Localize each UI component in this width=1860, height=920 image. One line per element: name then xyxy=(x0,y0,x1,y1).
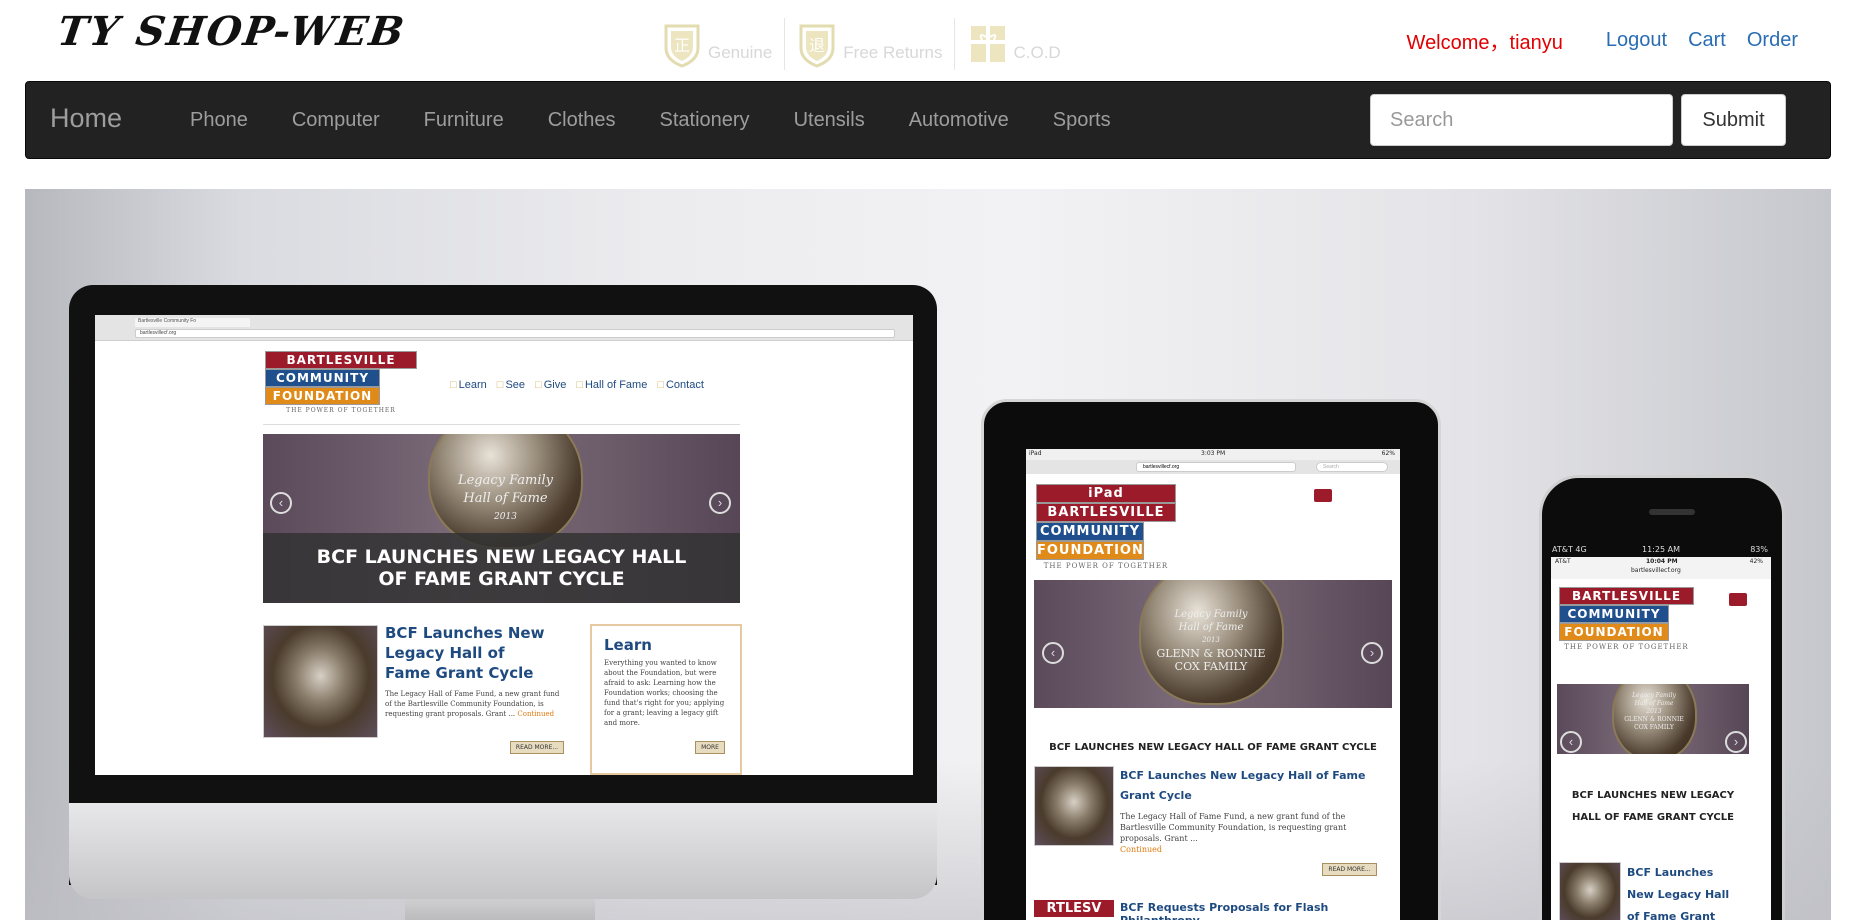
badge-label: Genuine xyxy=(708,43,773,62)
badge-cod: C.O.D xyxy=(954,18,1072,70)
bcf-logo: BARTLESVILLE COMMUNITY FOUNDATION THE PO… xyxy=(265,351,417,414)
imac-chin xyxy=(69,803,937,899)
nav-home[interactable]: Home xyxy=(50,103,122,134)
hero-prev-icon: ‹ xyxy=(1042,642,1064,664)
nav-item-utensils[interactable]: Utensils xyxy=(772,109,887,132)
post2-badge: RTLESV xyxy=(1034,900,1114,917)
hero-prev-icon: ‹ xyxy=(1560,731,1582,753)
trophy-text: Legacy Family Hall of Fame 2013 GLENN & … xyxy=(1156,609,1266,673)
logout-link[interactable]: Logout xyxy=(1606,29,1667,52)
more-button: MORE xyxy=(695,741,725,754)
hero-next-icon: › xyxy=(1725,731,1747,753)
hero-next-icon: › xyxy=(1361,642,1383,664)
nav-item-automotive[interactable]: Automotive xyxy=(887,109,1031,132)
browser-tab: Bartlesville Community Fo xyxy=(135,318,250,327)
carousel-next-icon[interactable] xyxy=(1693,609,1733,669)
welcome-text: Welcome，tianyu xyxy=(1406,32,1563,54)
bcf-site-nav: Learn See Give Hall of Fame Contact xyxy=(450,379,714,391)
ipad-statusbar: iPad 3:03 PM 62% xyxy=(1026,449,1400,460)
post-body: The Legacy Hall of Fame Fund, a new gran… xyxy=(1120,812,1347,854)
site-header: TY SHOP-WEB 正 Genuine 退 Free Returns C.O… xyxy=(0,0,1860,80)
menu-icon xyxy=(1729,593,1747,606)
menu-icon xyxy=(1314,489,1332,502)
ipad-safari-bar: bartlesvillecf.org Search xyxy=(1026,460,1400,474)
post-thumbnail xyxy=(1559,862,1621,920)
post-title: BCF Launches New Legacy Hall of Fame Gra… xyxy=(385,624,545,682)
browser-bar: Bartlesville Community Fo bartlesvillecf… xyxy=(95,315,913,341)
hero-next-icon: › xyxy=(709,492,731,514)
bcf-logo: iPad BARTLESVILLE COMMUNITY FOUNDATION T… xyxy=(1036,484,1176,570)
ipad-hero: Legacy Family Hall of Fame 2013 GLENN & … xyxy=(1034,580,1392,708)
iphone-outer-status: AT&T 4G 11:25 AM 83% xyxy=(1552,545,1768,554)
hero-prev-icon: ‹ xyxy=(270,492,292,514)
iphone-caption: BCF LAUNCHES NEW LEGACY HALL OF FAME GRA… xyxy=(1571,790,1735,823)
imac-stand xyxy=(405,899,595,920)
nav-item-computer[interactable]: Computer xyxy=(270,109,402,132)
trophy-text: Legacy Family Hall of Fame 2013 xyxy=(457,473,554,522)
iphone-hero: Legacy Family Hall of Fame 2013 GLENN & … xyxy=(1557,684,1749,754)
divider xyxy=(263,424,740,425)
bcf-hero: Legacy Family Hall of Fame 2013 ‹ › BCF … xyxy=(263,434,740,603)
ipad-screen: iPad 3:03 PM 62% bartlesvillecf.org Sear… xyxy=(1026,449,1400,920)
bcf-nav-see: See xyxy=(497,379,525,391)
post-thumbnail xyxy=(263,625,378,738)
service-badges: 正 Genuine 退 Free Returns C.O.D xyxy=(650,18,1073,70)
nav-item-stationery[interactable]: Stationery xyxy=(638,109,772,132)
order-link[interactable]: Order xyxy=(1747,29,1798,52)
main-navbar: Home Phone Computer Furniture Clothes St… xyxy=(25,81,1831,159)
imac-screen: Bartlesville Community Fo bartlesvillecf… xyxy=(95,315,913,775)
returns-shield-icon: 退 xyxy=(799,24,835,68)
post2-title: BCF Requests Proposals for Flash Philant… xyxy=(1120,901,1329,920)
badge-label: Free Returns xyxy=(843,43,943,62)
carousel-prev-icon[interactable] xyxy=(137,609,177,669)
bcf-logo: BARTLESVILLE COMMUNITY FOUNDATION THE PO… xyxy=(1559,587,1694,651)
iphone-screen: AT&T 10:04 PM 42% bartlesvillecf.org BAR… xyxy=(1551,557,1771,920)
read-more-button: READ MORE... xyxy=(1322,863,1377,876)
nav-item-sports[interactable]: Sports xyxy=(1031,109,1133,132)
ipad-caption: BCF LAUNCHES NEW LEGACY HALL OF FAME GRA… xyxy=(1049,742,1377,753)
genuine-shield-icon: 正 xyxy=(664,24,700,68)
post-thumbnail xyxy=(1034,766,1114,846)
user-bar: Welcome，tianyu Logout Cart Order xyxy=(1407,26,1798,55)
badge-label: C.O.D xyxy=(1013,43,1061,62)
learn-body: Everything you wanted to know about the … xyxy=(604,659,725,727)
bcf-nav-hall-of-fame: Hall of Fame xyxy=(576,379,647,391)
learn-box: Learn Everything you wanted to know abou… xyxy=(590,624,742,775)
post-title: BCF Launches New Legacy Hall of Fame Gra… xyxy=(1627,866,1730,920)
category-nav: Phone Computer Furniture Clothes Station… xyxy=(168,109,1133,132)
post-title: BCF Launches New Legacy Hall of Fame Gra… xyxy=(1120,769,1366,802)
svg-text:正: 正 xyxy=(674,36,690,55)
cart-link[interactable]: Cart xyxy=(1688,29,1726,52)
read-more-button: READ MORE... xyxy=(510,741,564,754)
iphone-statusbar: AT&T 10:04 PM 42% bartlesvillecf.org xyxy=(1551,557,1771,579)
site-logo[interactable]: TY SHOP-WEB xyxy=(55,8,409,55)
badge-free-returns: 退 Free Returns xyxy=(784,18,954,70)
iphone-speaker xyxy=(1649,509,1695,515)
submit-button[interactable]: Submit xyxy=(1681,94,1786,146)
search-input[interactable] xyxy=(1370,94,1673,146)
hero-carousel: Bartlesville Community Fo bartlesvillecf… xyxy=(25,189,1831,920)
trophy-text: Legacy Family Hall of Fame 2013 GLENN & … xyxy=(1624,692,1684,731)
browser-url: bartlesvillecf.org xyxy=(135,329,895,338)
post-body: The Legacy Hall of Fame Fund, a new gran… xyxy=(385,690,560,718)
nav-item-furniture[interactable]: Furniture xyxy=(402,109,526,132)
nav-item-phone[interactable]: Phone xyxy=(168,109,270,132)
nav-item-clothes[interactable]: Clothes xyxy=(526,109,638,132)
bcf-nav-learn: Learn xyxy=(450,379,487,391)
svg-text:退: 退 xyxy=(809,36,825,55)
gift-box-icon xyxy=(971,26,1006,62)
learn-title: Learn xyxy=(604,636,652,654)
hero-caption: BCF LAUNCHES NEW LEGACY HALL OF FAME GRA… xyxy=(263,533,740,603)
badge-genuine: 正 Genuine xyxy=(650,18,784,70)
bcf-nav-contact: Contact xyxy=(657,379,704,391)
bcf-nav-give: Give xyxy=(535,379,567,391)
